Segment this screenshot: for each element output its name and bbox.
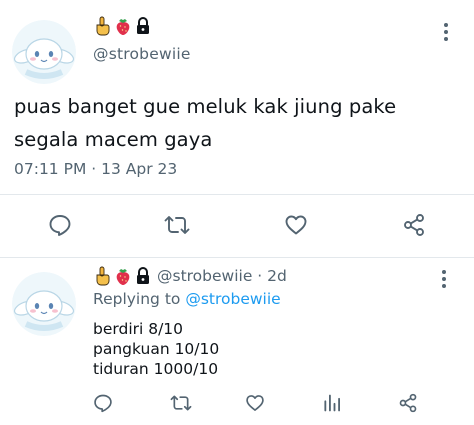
- reply-line: tiduran 1000/10: [93, 360, 219, 378]
- retweet-button[interactable]: [162, 211, 192, 239]
- strawberry-emoji-icon: [116, 19, 130, 35]
- avatar[interactable]: [12, 20, 76, 84]
- replying-to: Replying to @strobewiie: [93, 290, 281, 308]
- reply-line: pangkuan 10/10: [93, 340, 220, 358]
- share-button[interactable]: [400, 211, 428, 239]
- strawberry-emoji-icon: [116, 269, 130, 285]
- retweet-icon: [164, 216, 190, 234]
- share-icon: [404, 214, 424, 236]
- reply-icon: [94, 394, 112, 413]
- pointing-up-emoji-icon: [96, 16, 110, 36]
- more-options-icon[interactable]: [440, 270, 448, 288]
- analytics-icon: [324, 394, 340, 412]
- share-icon: [399, 393, 417, 413]
- divider: [0, 194, 474, 195]
- like-icon: [246, 395, 264, 411]
- tweet-text: puas banget gue meluk kak jiung pake seg…: [14, 95, 397, 151]
- like-icon: [285, 215, 307, 235]
- share-button[interactable]: [397, 392, 419, 414]
- like-button[interactable]: [244, 392, 266, 414]
- retweet-icon: [170, 395, 192, 411]
- like-button[interactable]: [282, 211, 310, 239]
- reply-header: @strobewiie · 2d: [93, 266, 287, 286]
- avatar[interactable]: [12, 272, 76, 336]
- badge-row: [93, 16, 151, 36]
- reply-line: berdiri 8/10: [93, 320, 184, 338]
- reply-age: · 2d: [252, 267, 287, 285]
- reply-button[interactable]: [46, 211, 74, 239]
- author-handle[interactable]: @strobewiie: [93, 45, 191, 63]
- cinnamoroll-avatar-icon: [12, 272, 76, 336]
- replying-mention[interactable]: @strobewiie: [185, 290, 280, 308]
- divider: [0, 257, 474, 258]
- reply-button[interactable]: [92, 392, 114, 414]
- lock-icon: [137, 267, 149, 284]
- analytics-button[interactable]: [321, 392, 343, 414]
- reply-author-handle[interactable]: @strobewiie · 2d: [157, 267, 287, 285]
- more-options-icon[interactable]: [442, 23, 450, 41]
- lock-icon: [137, 17, 149, 34]
- cinnamoroll-avatar-icon: [12, 20, 76, 84]
- pointing-up-emoji-icon: [96, 266, 110, 286]
- reply-icon: [49, 215, 71, 236]
- retweet-button[interactable]: [169, 392, 193, 414]
- replying-label: Replying to: [93, 290, 181, 308]
- tweet-timestamp[interactable]: 07:11 PM · 13 Apr 23: [14, 160, 177, 178]
- badge-row: [93, 266, 151, 286]
- reply-text: berdiri 8/10 pangkuan 10/10 tiduran 1000…: [93, 319, 219, 379]
